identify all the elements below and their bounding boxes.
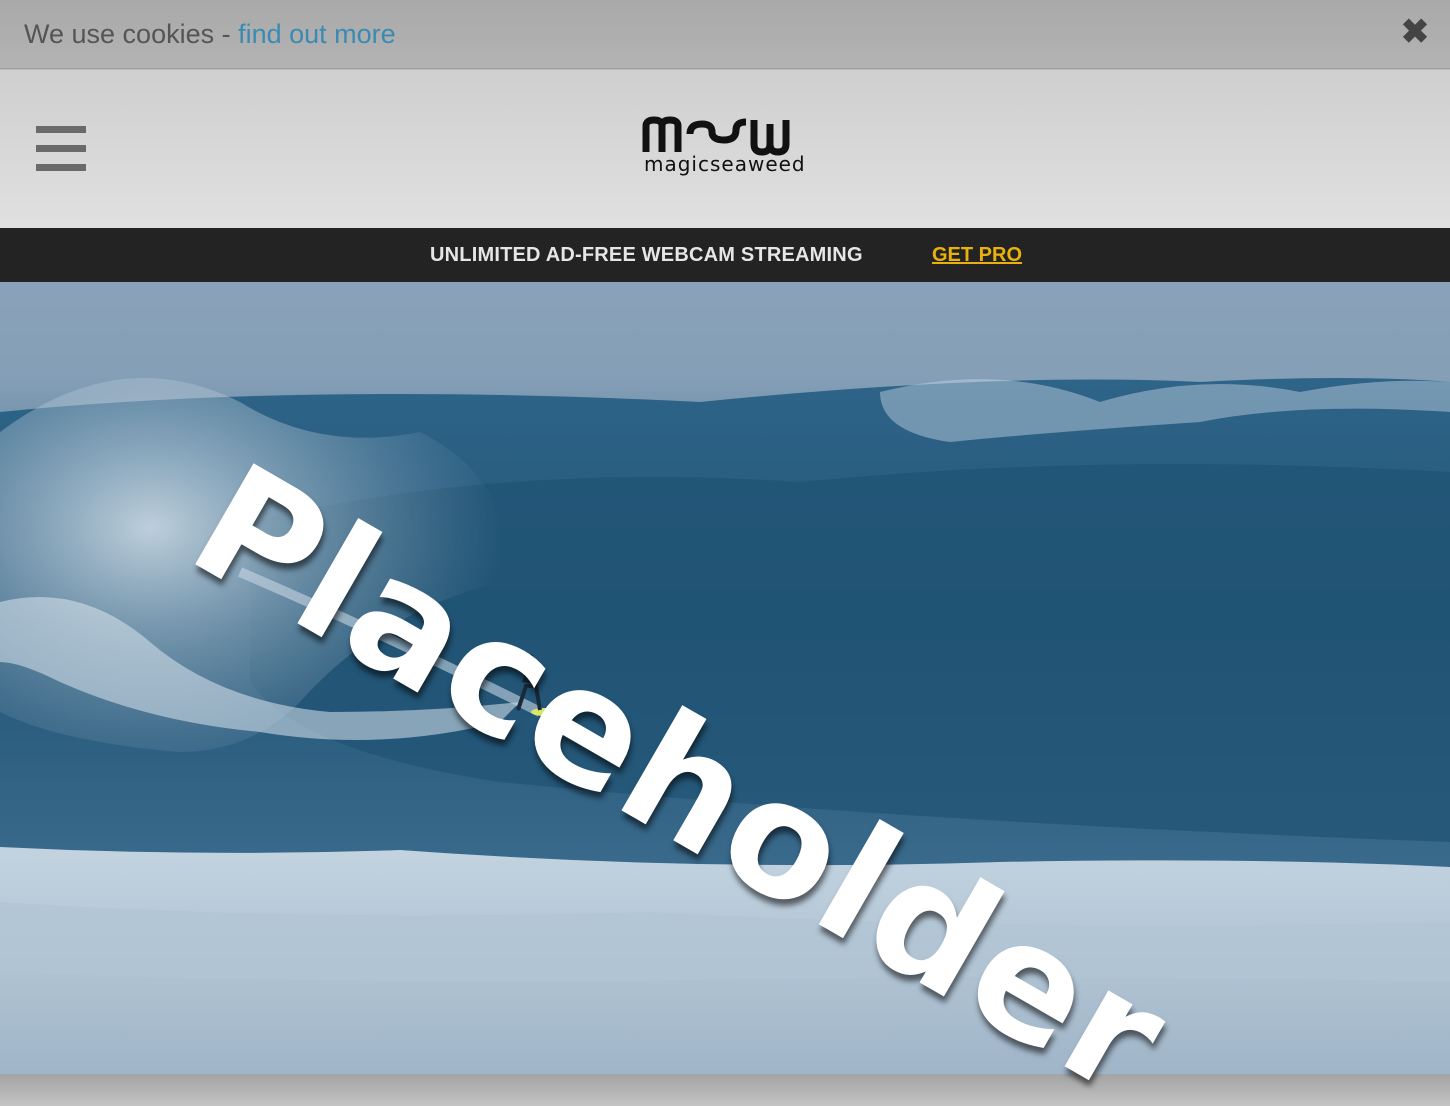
cookie-message: We use cookies - find out more bbox=[24, 18, 396, 50]
close-icon[interactable]: ✖ bbox=[1400, 14, 1430, 50]
site-logo[interactable]: magicseaweed bbox=[642, 116, 814, 180]
page-footer-strip bbox=[0, 1074, 1450, 1106]
logo-mark-icon bbox=[642, 116, 790, 156]
hamburger-menu-icon[interactable] bbox=[36, 126, 86, 172]
wave-illustration bbox=[0, 282, 1450, 1074]
logo-wordmark: magicseaweed bbox=[644, 152, 806, 176]
promo-text: UNLIMITED AD-FREE WEBCAM STREAMING bbox=[430, 244, 863, 266]
cookie-text: We use cookies - bbox=[24, 19, 239, 49]
get-pro-link[interactable]: GET PRO bbox=[932, 244, 1022, 267]
promo-banner: UNLIMITED AD-FREE WEBCAM STREAMING GET P… bbox=[0, 228, 1450, 282]
hero-image bbox=[0, 282, 1450, 1074]
find-out-more-link[interactable]: find out more bbox=[238, 19, 396, 49]
cookie-banner: We use cookies - find out more ✖ bbox=[0, 0, 1450, 69]
site-header: magicseaweed bbox=[0, 70, 1450, 228]
page: We use cookies - find out more ✖ magicse… bbox=[0, 0, 1450, 1106]
